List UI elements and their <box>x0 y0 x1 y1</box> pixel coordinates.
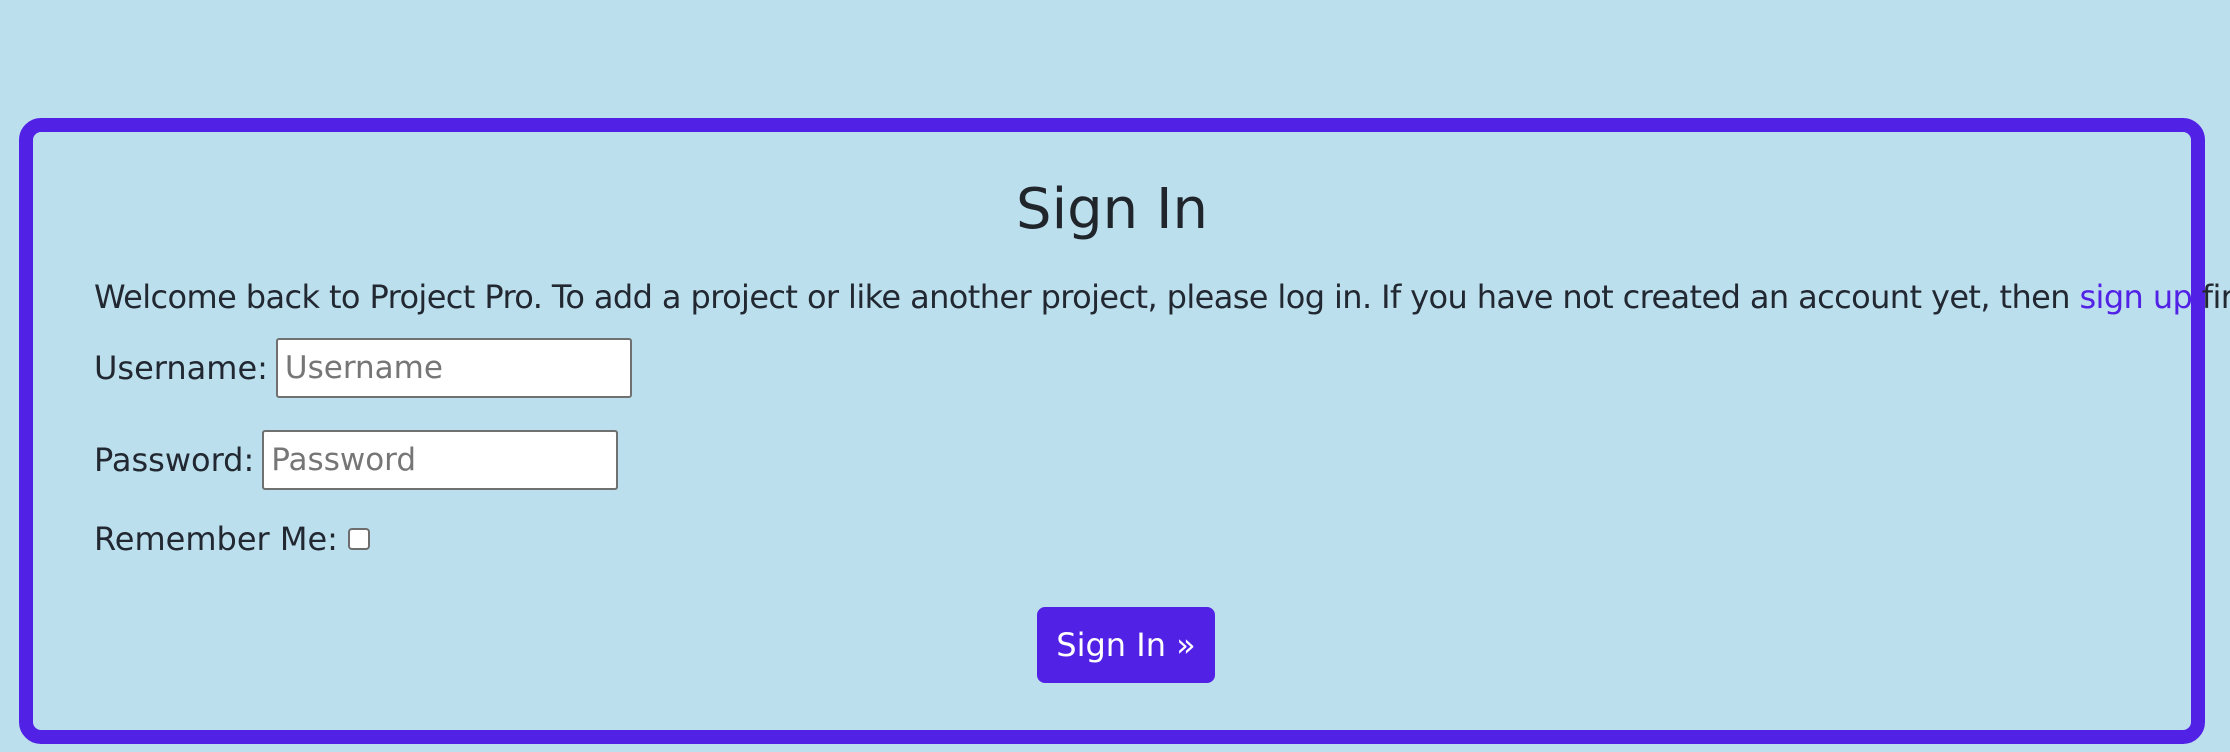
page-title: Sign In <box>1016 177 1208 242</box>
intro-text-start: Welcome back to Project Pro. To add a pr… <box>94 278 2080 316</box>
password-row: Password: <box>94 430 619 490</box>
intro-text: Welcome back to Project Pro. To add a pr… <box>94 275 2230 319</box>
signup-link[interactable]: sign up <box>2079 278 2192 316</box>
remember-row: Remember Me: <box>94 519 370 559</box>
password-input[interactable] <box>262 430 619 490</box>
signin-button[interactable]: Sign In » <box>1037 607 1215 683</box>
remember-label: Remember Me: <box>94 520 338 558</box>
username-input[interactable] <box>275 338 632 398</box>
signin-card: Sign In Welcome back to Project Pro. To … <box>19 118 2230 744</box>
username-row: Username: <box>94 338 632 398</box>
intro-text-end: first. <box>2201 278 2230 316</box>
username-label: Username: <box>94 349 268 387</box>
remember-checkbox[interactable] <box>347 528 370 550</box>
password-label: Password: <box>94 441 255 479</box>
